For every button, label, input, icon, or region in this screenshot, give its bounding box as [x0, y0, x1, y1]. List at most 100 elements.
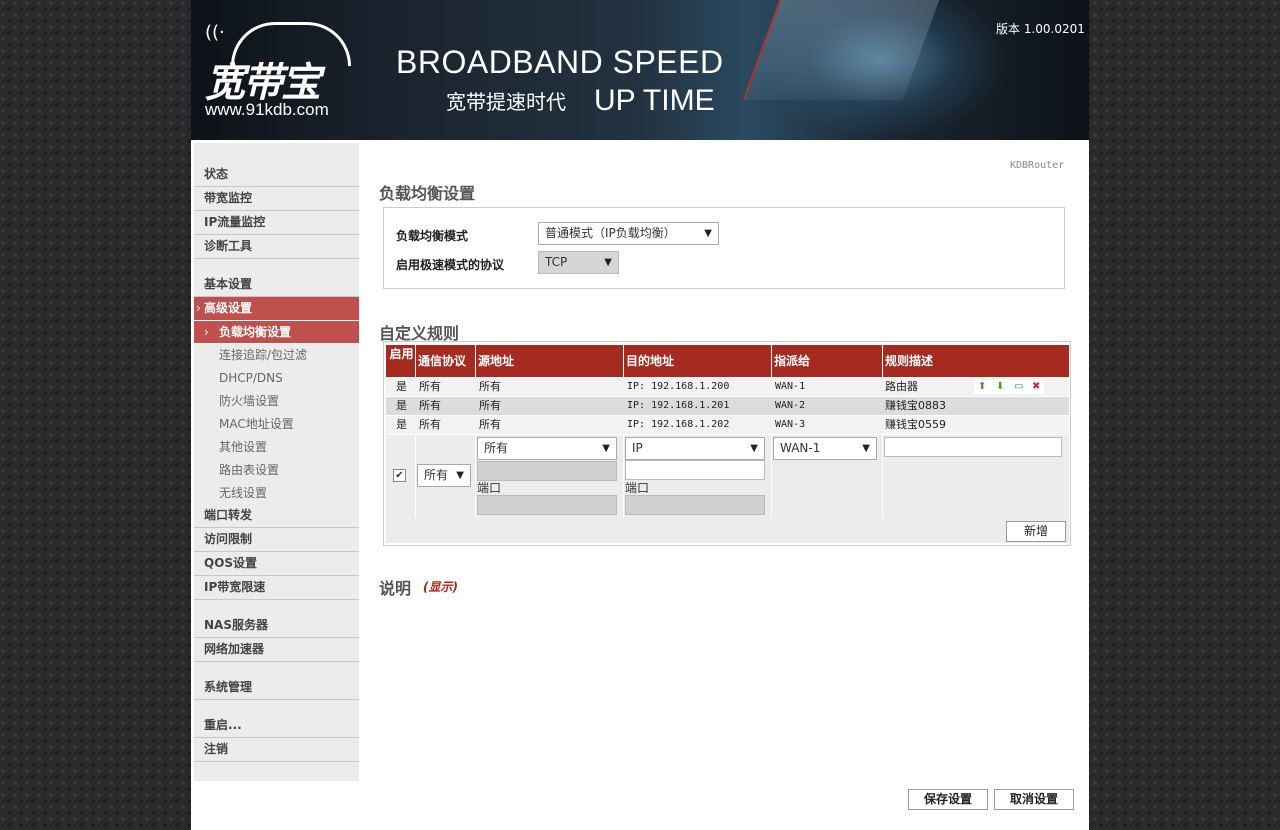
fast-proto-label: 启用极速模式的协议: [396, 258, 505, 272]
cell-assign: WAN-1: [775, 381, 806, 392]
sidebar-item-advanced-settings[interactable]: 高级设置: [194, 297, 359, 321]
slogan-line1: BROADBAND SPEED: [396, 44, 724, 80]
chevron-down-icon: ▼: [602, 443, 610, 454]
sidebar-item-qos[interactable]: QOS设置: [194, 552, 359, 576]
router-name: KDBRouter: [1010, 160, 1065, 171]
sidebar-subitem-firewall[interactable]: 防火墙设置: [194, 390, 359, 413]
col-source: 源地址: [476, 345, 624, 377]
sidebar-item-accelerator[interactable]: 网络加速器: [194, 638, 359, 662]
sidebar-item-access-restriction[interactable]: 访问限制: [194, 528, 359, 552]
logo: ((· 宽带宝 www.91kdb.com: [203, 22, 363, 122]
save-button[interactable]: 保存设置: [908, 789, 988, 810]
lb-section-title: 负载均衡设置: [379, 184, 476, 203]
cell-source: 所有: [479, 380, 501, 393]
sidebar-item-basic-settings[interactable]: 基本设置: [194, 273, 359, 297]
table-footer: [386, 518, 1069, 543]
lb-mode-select[interactable]: 普通模式（IP负载均衡） ▼: [538, 222, 719, 245]
fast-proto-value: TCP: [545, 255, 568, 269]
new-assign-select[interactable]: WAN-1 ▼: [773, 437, 877, 460]
cell-dest: IP: 192.168.1.200: [627, 381, 730, 392]
col-enabled: 启用: [386, 345, 416, 377]
new-dest-input[interactable]: [625, 460, 765, 480]
header-banner: ((· 宽带宝 www.91kdb.com BROADBAND SPEED 宽带…: [191, 0, 1089, 140]
source-port-input[interactable]: [477, 495, 617, 515]
divider: [415, 435, 416, 518]
cell-protocol: 所有: [419, 399, 441, 412]
arrow-down-icon[interactable]: ⬇: [996, 380, 1004, 394]
sidebar-item-reboot[interactable]: 重启...: [194, 714, 359, 738]
sidebar-item-system[interactable]: 系统管理: [194, 676, 359, 700]
new-protocol-value: 所有: [424, 468, 449, 482]
explain-toggle-link[interactable]: (显示): [423, 578, 458, 595]
cell-enabled: 是: [396, 380, 407, 393]
new-protocol-select[interactable]: 所有 ▼: [417, 464, 471, 487]
cell-enabled: 是: [396, 418, 407, 431]
edit-icon[interactable]: ▭: [1014, 380, 1023, 394]
sidebar-subitem-routing-table[interactable]: 路由表设置: [194, 459, 359, 482]
sidebar-subitem-conntrack[interactable]: 连接追踪/包过滤: [194, 344, 359, 367]
chevron-down-icon: ▼: [862, 443, 870, 454]
lb-mode-label: 负载均衡模式: [396, 229, 469, 243]
chevron-down-icon: ▼: [704, 228, 712, 239]
new-source-value: 所有: [484, 441, 509, 455]
arrow-up-icon[interactable]: ⬆: [978, 380, 986, 394]
cell-assign: WAN-2: [775, 400, 806, 411]
sidebar-subitem-load-balance[interactable]: 负载均衡设置: [194, 321, 359, 344]
new-assign-value: WAN-1: [780, 441, 821, 455]
delete-icon[interactable]: ✖: [1032, 380, 1040, 394]
chevron-down-icon: ▼: [750, 443, 758, 454]
new-source-select[interactable]: 所有 ▼: [477, 437, 617, 460]
sidebar-item-port-forwarding[interactable]: 端口转发: [194, 504, 359, 528]
fast-proto-select[interactable]: TCP ▼: [538, 251, 619, 274]
cell-protocol: 所有: [419, 380, 441, 393]
cell-enabled: 是: [396, 399, 407, 412]
sidebar-subitem-wireless[interactable]: 无线设置: [194, 482, 359, 505]
version-label: 版本 1.00.0201: [996, 22, 1085, 36]
sidebar-item-diagnostics[interactable]: 诊断工具: [194, 235, 359, 259]
sidebar-item-ip-bandwidth-limit[interactable]: IP带宽限速: [194, 576, 359, 600]
logo-url: www.91kdb.com: [205, 100, 329, 119]
divider: [882, 435, 883, 518]
divider: [475, 435, 476, 518]
cell-dest: IP: 192.168.1.202: [627, 419, 730, 430]
sidebar-item-logout[interactable]: 注销: [194, 738, 359, 762]
add-rule-button[interactable]: 新增: [1006, 521, 1066, 542]
col-protocol: 通信协议: [416, 345, 476, 377]
col-assign: 指派给: [772, 345, 883, 377]
sidebar-item-ip-traffic[interactable]: IP流量监控: [194, 211, 359, 235]
sidebar-item-status[interactable]: 状态: [194, 163, 359, 187]
sidebar-subitem-mac-address[interactable]: MAC地址设置: [194, 413, 359, 436]
sidebar-item-bandwidth-monitor[interactable]: 带宽监控: [194, 187, 359, 211]
col-dest: 目的地址: [624, 345, 772, 377]
wifi-icon: ((·: [205, 22, 225, 43]
page: ((· 宽带宝 www.91kdb.com BROADBAND SPEED 宽带…: [191, 0, 1089, 830]
enable-checkbox[interactable]: ✔: [393, 469, 406, 482]
sidebar-item-nas[interactable]: NAS服务器: [194, 614, 359, 638]
cell-source: 所有: [479, 418, 501, 431]
slogan-line2-cn: 宽带提速时代: [446, 90, 566, 114]
cell-dest: IP: 192.168.1.201: [627, 400, 730, 411]
new-source-input[interactable]: [477, 461, 617, 481]
cancel-button[interactable]: 取消设置: [994, 789, 1074, 810]
new-desc-input[interactable]: [884, 437, 1062, 457]
table-row[interactable]: 是 所有 所有 IP: 192.168.1.200 WAN-1 路由器 ⬆ ⬇ …: [386, 378, 1069, 396]
col-desc: 规则描述: [883, 345, 1069, 377]
divider: [771, 435, 772, 518]
table-row[interactable]: 是 所有 所有 IP: 192.168.1.201 WAN-2 赚钱宝0883: [386, 397, 1069, 415]
sidebar-subitem-other[interactable]: 其他设置: [194, 436, 359, 459]
table-row[interactable]: 是 所有 所有 IP: 192.168.1.202 WAN-3 赚钱宝0559: [386, 416, 1069, 434]
rules-table: 启用 通信协议 源地址 目的地址 指派给 规则描述 是 所有 所有 IP: 19…: [383, 341, 1071, 546]
lb-mode-value: 普通模式（IP负载均衡）: [545, 226, 676, 240]
chevron-down-icon: ▼: [456, 470, 464, 481]
lb-settings-box: 负载均衡模式 普通模式（IP负载均衡） ▼ 启用极速模式的协议 TCP ▼: [383, 207, 1065, 289]
dest-port-input[interactable]: [625, 495, 765, 515]
cell-desc: 赚钱宝0883: [885, 399, 946, 412]
cell-desc: 路由器: [885, 380, 918, 393]
divider: [623, 435, 624, 518]
new-dest-value: IP: [632, 441, 643, 455]
explain-title: 说明: [379, 579, 412, 598]
chevron-down-icon: ▼: [604, 257, 612, 268]
sidebar-subitem-dhcp-dns[interactable]: DHCP/DNS: [194, 367, 359, 390]
slogan-line2-en: UP TIME: [594, 84, 715, 117]
new-dest-select[interactable]: IP ▼: [625, 437, 765, 460]
